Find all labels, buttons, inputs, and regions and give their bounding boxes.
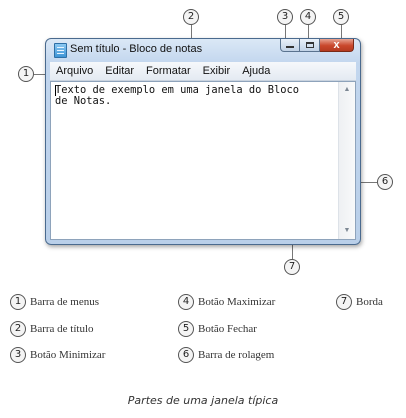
maximize-icon xyxy=(305,42,314,48)
editor-content: Texto de exemplo em uma janela do Bloco … xyxy=(55,85,333,107)
notepad-icon xyxy=(54,43,67,58)
legend-item-6: 6 Barra de rolagem xyxy=(178,347,274,363)
legend-label-6: Barra de rolagem xyxy=(198,349,275,361)
menu-ajuda[interactable]: Ajuda xyxy=(236,65,276,77)
menu-arquivo[interactable]: Arquivo xyxy=(50,65,99,77)
legend-label-7: Borda xyxy=(356,296,383,308)
legend-number-1: 1 xyxy=(10,294,26,310)
text-editor[interactable]: Texto de exemplo em uma janela do Bloco … xyxy=(50,81,356,240)
legend-item-1: 1 Barra de menus xyxy=(10,294,99,310)
legend-label-2: Barra de título xyxy=(30,323,94,335)
callout-4-leader xyxy=(308,25,309,38)
callout-6: 6 xyxy=(377,174,393,190)
legend-item-7: 7 Borda xyxy=(336,294,383,310)
minimize-icon xyxy=(286,46,294,48)
legend-number-5: 5 xyxy=(178,321,194,337)
figure-caption: Partes de uma janela típica xyxy=(127,394,279,407)
legend-item-2: 2 Barra de título xyxy=(10,321,94,337)
window-title: Sem título - Bloco de notas xyxy=(70,43,203,55)
legend-label-5: Botão Fechar xyxy=(198,323,257,335)
vertical-scrollbar[interactable]: ▲ ▼ xyxy=(338,82,355,239)
legend-label-4: Botão Maximizar xyxy=(198,296,276,308)
close-button[interactable]: x xyxy=(320,39,354,52)
callout-3-leader xyxy=(285,25,286,38)
legend-number-6: 6 xyxy=(178,347,194,363)
callout-1: 1 xyxy=(18,66,34,82)
editor-line-2: de Notas. xyxy=(55,95,112,107)
minimize-button[interactable] xyxy=(280,39,300,52)
legend-number-2: 2 xyxy=(10,321,26,337)
callout-3: 3 xyxy=(277,9,293,25)
callout-5-leader xyxy=(341,25,342,38)
legend-item-5: 5 Botão Fechar xyxy=(178,321,257,337)
legend-label-3: Botão Minimizar xyxy=(30,349,106,361)
callout-4: 4 xyxy=(300,9,316,25)
callout-7-leader xyxy=(292,245,293,259)
scroll-down-arrow-icon[interactable]: ▼ xyxy=(339,225,355,237)
title-bar[interactable]: Sem título - Bloco de notas x xyxy=(46,39,360,61)
caption-buttons: x xyxy=(280,39,354,53)
scroll-up-arrow-icon[interactable]: ▲ xyxy=(339,84,355,96)
legend-number-7: 7 xyxy=(336,294,352,310)
menu-editar[interactable]: Editar xyxy=(99,65,140,77)
maximize-button[interactable] xyxy=(300,39,320,52)
menu-formatar[interactable]: Formatar xyxy=(140,65,197,77)
legend-number-3: 3 xyxy=(10,347,26,363)
callout-5: 5 xyxy=(333,9,349,25)
callout-2: 2 xyxy=(183,9,199,25)
legend-label-1: Barra de menus xyxy=(30,296,100,308)
menu-bar: Arquivo Editar Formatar Exibir Ajuda xyxy=(50,62,356,81)
menu-exibir[interactable]: Exibir xyxy=(197,65,237,77)
legend-number-4: 4 xyxy=(178,294,194,310)
legend-item-3: 3 Botão Minimizar xyxy=(10,347,105,363)
notepad-window[interactable]: Sem título - Bloco de notas x Arquivo Ed… xyxy=(45,38,361,245)
callout-7: 7 xyxy=(284,259,300,275)
close-icon: x xyxy=(333,39,340,51)
legend-item-4: 4 Botão Maximizar xyxy=(178,294,275,310)
